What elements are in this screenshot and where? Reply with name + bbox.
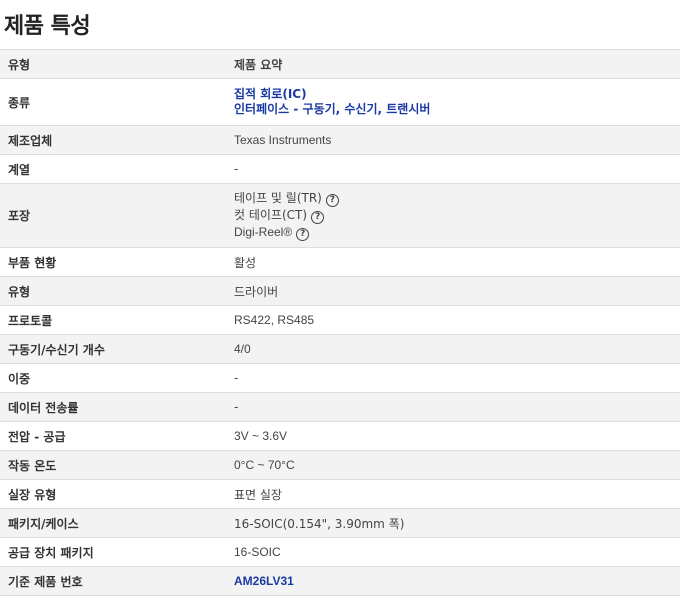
temp-value: 0°C ~ 70°C	[234, 458, 295, 472]
row-label: 데이터 전송률	[0, 392, 226, 422]
row-value: Texas Instruments	[226, 125, 680, 155]
category-link-interface[interactable]: 인터페이스 - 구동기, 수신기, 트랜시버	[234, 102, 672, 117]
count-value: 4/0	[234, 342, 251, 356]
table-row-data-rate: 데이터 전송률 -	[0, 392, 680, 422]
row-label: 전압 - 공급	[0, 421, 226, 451]
row-label: 제조업체	[0, 125, 226, 155]
table-row-base-part-number: 기준 제품 번호 AM26LV31	[0, 566, 680, 596]
packaging-item: Digi-Reel®?	[234, 224, 672, 241]
table-row-mounting-type: 실장 유형 표면 실장	[0, 479, 680, 509]
page-title: 제품 특성	[4, 14, 91, 39]
packaging-label: 컷 테이프(CT)	[234, 208, 308, 222]
row-label: 실장 유형	[0, 479, 226, 509]
row-value: -	[226, 392, 680, 422]
header-summary-label: 제품 요약	[234, 57, 283, 72]
row-value: 0°C ~ 70°C	[226, 450, 680, 480]
header-summary: 제품 요약	[226, 49, 680, 79]
row-label: 이중	[0, 363, 226, 393]
question-circle-icon[interactable]: ?	[325, 194, 339, 207]
base-part-number-link[interactable]: AM26LV31	[234, 574, 294, 588]
table-row-packaging: 포장 테이프 및 릴(TR)? 컷 테이프(CT)? Digi-Reel®?	[0, 183, 680, 248]
table-row-part-status: 부품 현황 활성	[0, 247, 680, 277]
attributes-table: 유형 제품 요약 종류 집적 회로(IC) 인터페이스 - 구동기, 수신기, …	[0, 49, 680, 596]
row-label: 패키지/케이스	[0, 508, 226, 538]
row-value: 드라이버	[226, 276, 680, 306]
table-row-type: 유형 드라이버	[0, 276, 680, 306]
table-row-operating-temp: 작동 온도 0°C ~ 70°C	[0, 450, 680, 480]
row-value: 16-SOIC	[226, 537, 680, 567]
row-label: 기준 제품 번호	[0, 566, 226, 596]
row-value: 4/0	[226, 334, 680, 364]
manufacturer-value[interactable]: Texas Instruments	[234, 133, 331, 147]
row-value: 표면 실장	[226, 479, 680, 509]
row-label: 작동 온도	[0, 450, 226, 480]
packaging-item: 테이프 및 릴(TR)?	[234, 190, 672, 207]
supplier-package-value: 16-SOIC	[234, 545, 281, 559]
row-value: RS422, RS485	[226, 305, 680, 335]
protocol-value: RS422, RS485	[234, 313, 315, 327]
table-header-row: 유형 제품 요약	[0, 49, 680, 79]
row-label: 유형	[0, 276, 226, 306]
table-row-series: 계열 -	[0, 154, 680, 184]
question-circle-icon[interactable]: ?	[311, 211, 325, 224]
table-row-package-case: 패키지/케이스 16-SOIC(0.154", 3.90mm 폭)	[0, 508, 680, 538]
question-circle-icon[interactable]: ?	[296, 228, 310, 241]
header-type: 유형	[0, 49, 226, 79]
table-row-category: 종류 집적 회로(IC) 인터페이스 - 구동기, 수신기, 트랜시버	[0, 78, 680, 126]
packaging-label: Digi-Reel®	[234, 225, 293, 239]
row-value: AM26LV31	[226, 566, 680, 596]
packaging-item: 컷 테이프(CT)?	[234, 207, 672, 224]
row-value: 활성	[226, 247, 680, 277]
voltage-value: 3V ~ 3.6V	[234, 429, 288, 443]
row-label: 포장	[0, 183, 226, 248]
row-value: 3V ~ 3.6V	[226, 421, 680, 451]
row-label: 구동기/수신기 개수	[0, 334, 226, 364]
table-row-manufacturer: 제조업체 Texas Instruments	[0, 125, 680, 155]
row-label: 계열	[0, 154, 226, 184]
row-value: 16-SOIC(0.154", 3.90mm 폭)	[226, 508, 680, 538]
row-value: -	[226, 154, 680, 184]
table-row-supply-voltage: 전압 - 공급 3V ~ 3.6V	[0, 421, 680, 451]
category-link-ic[interactable]: 집적 회로(IC)	[234, 87, 672, 102]
row-label: 프로토콜	[0, 305, 226, 335]
row-label: 종류	[0, 78, 226, 126]
table-row-protocol: 프로토콜 RS422, RS485	[0, 305, 680, 335]
table-row-driver-receiver-count: 구동기/수신기 개수 4/0	[0, 334, 680, 364]
row-label: 공급 장치 패키지	[0, 537, 226, 567]
packaging-label: 테이프 및 릴(TR)	[234, 191, 322, 205]
row-label: 부품 현황	[0, 247, 226, 277]
product-attributes-page: 제품 특성 유형 제품 요약 종류 집적 회로(IC) 인터페이스 - 구동기,…	[0, 0, 680, 606]
row-value: 테이프 및 릴(TR)? 컷 테이프(CT)? Digi-Reel®?	[226, 183, 680, 248]
table-row-duplex: 이중 -	[0, 363, 680, 393]
row-value: 집적 회로(IC) 인터페이스 - 구동기, 수신기, 트랜시버	[226, 78, 680, 126]
row-value: -	[226, 363, 680, 393]
table-row-supplier-package: 공급 장치 패키지 16-SOIC	[0, 537, 680, 567]
